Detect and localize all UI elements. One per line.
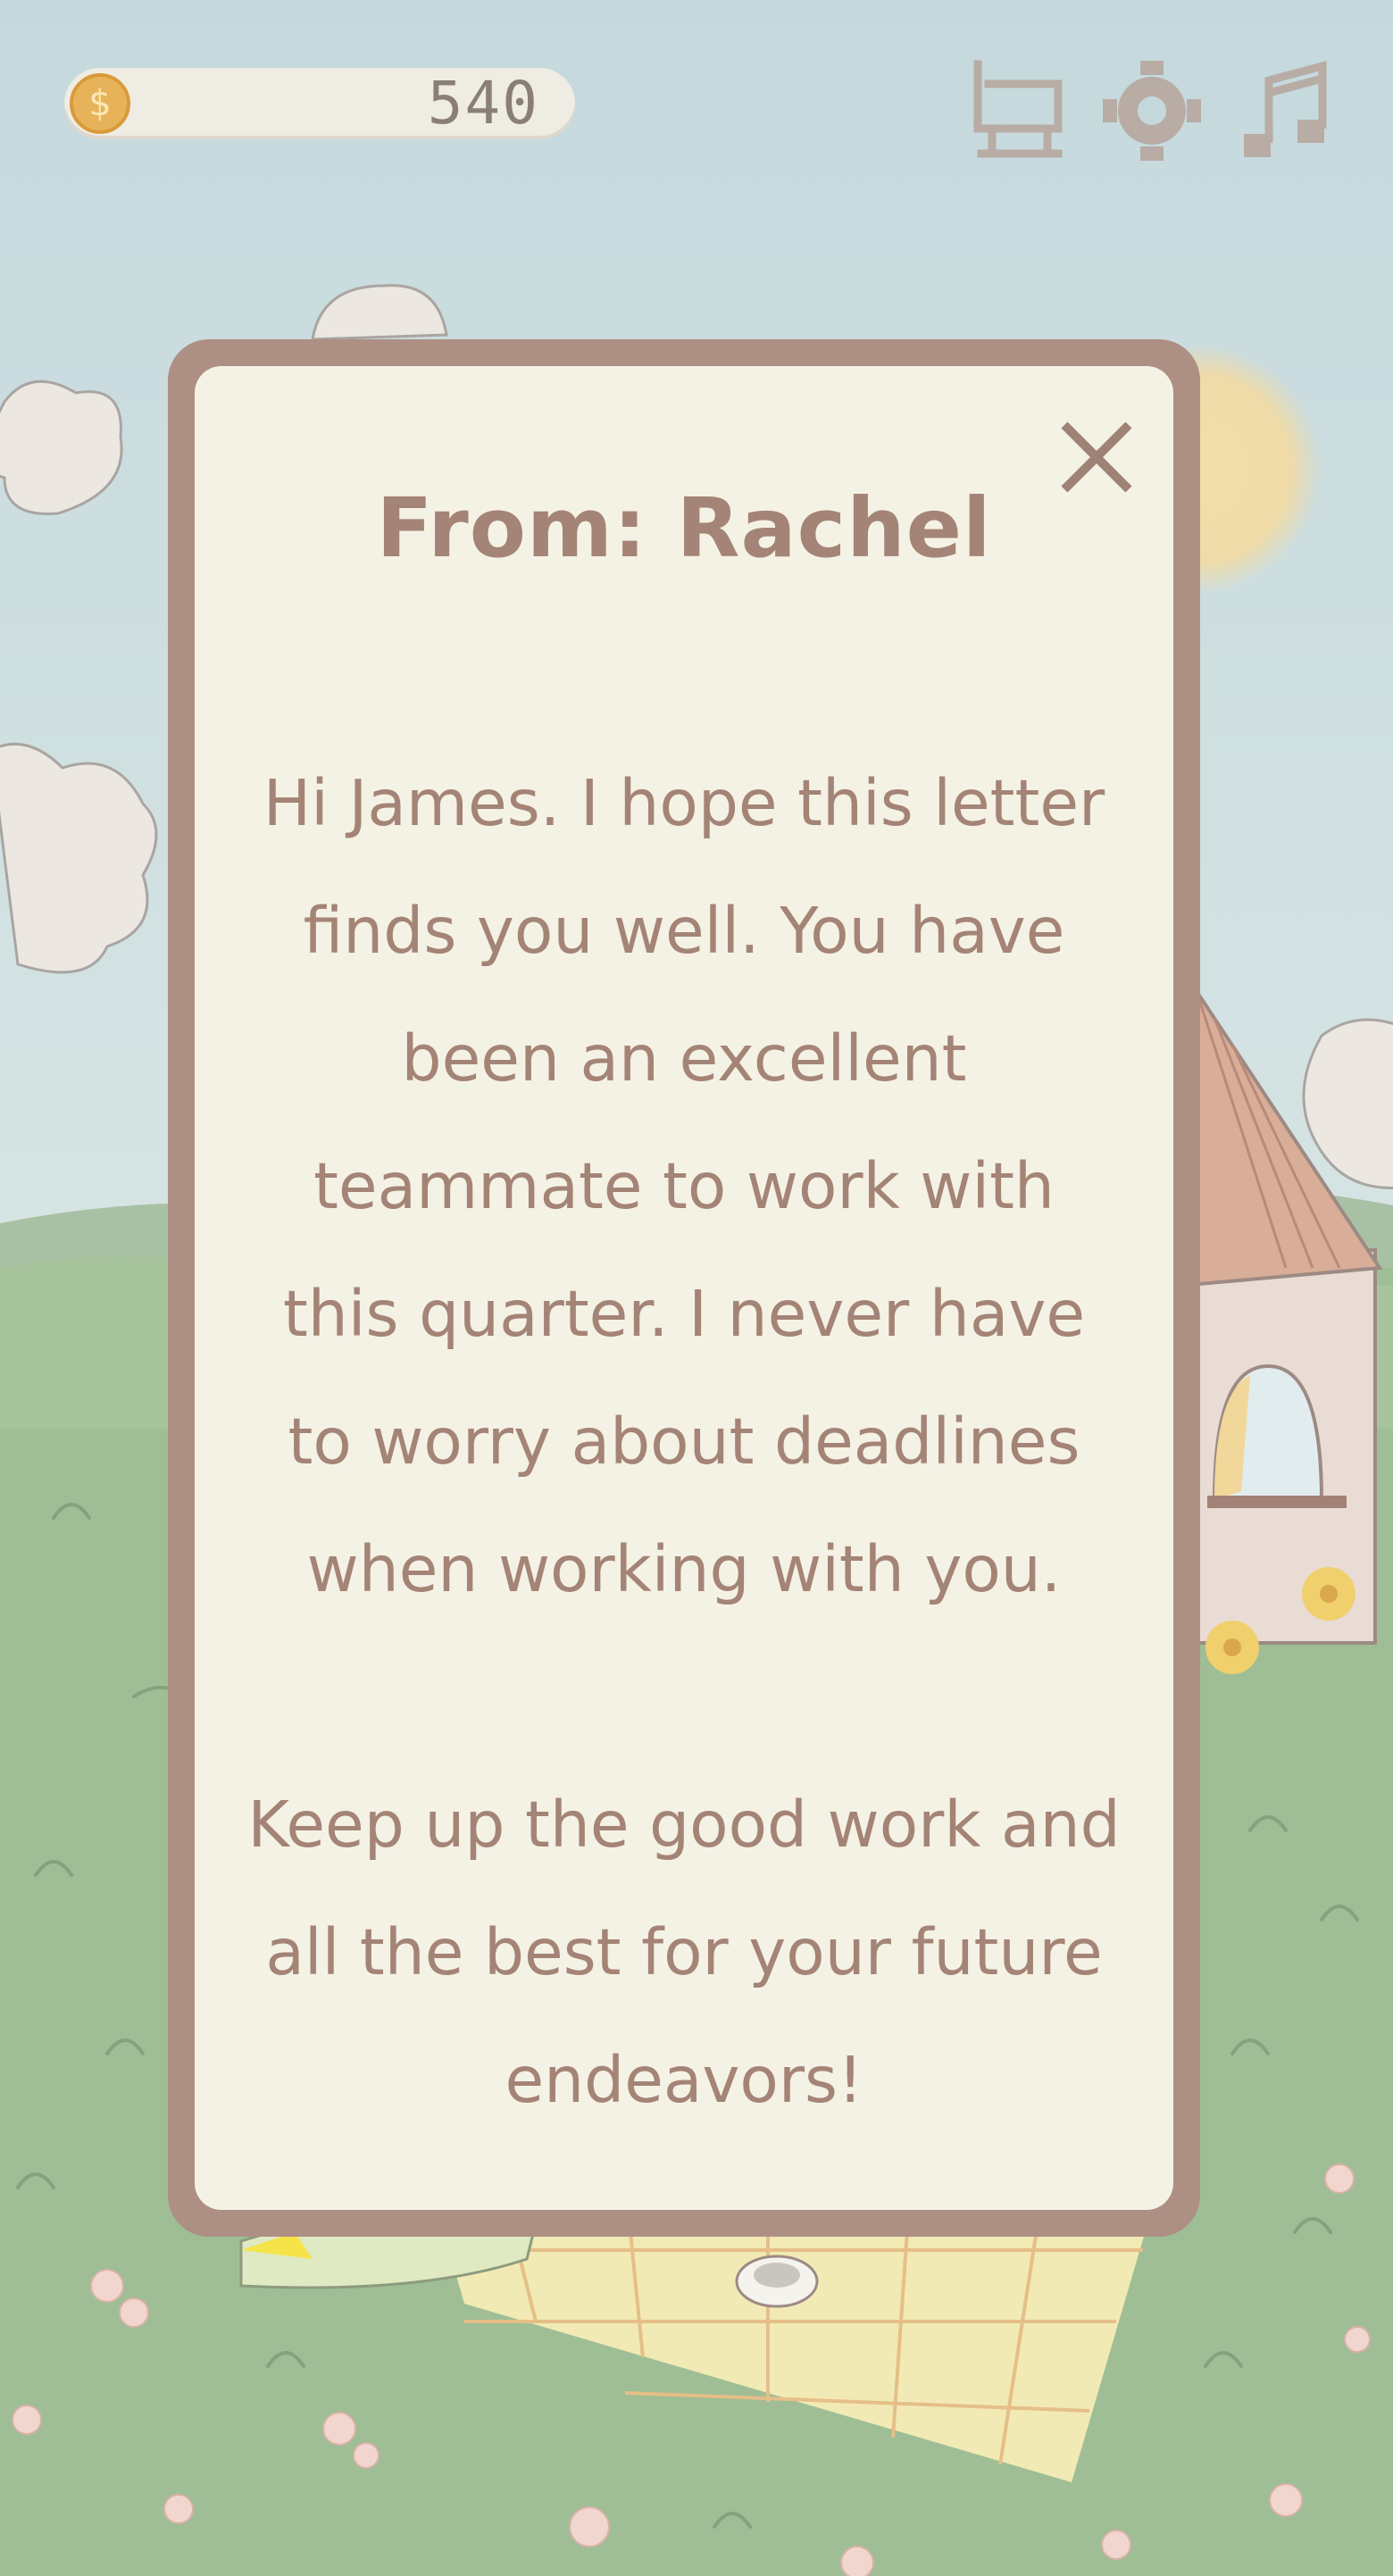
gear-icon bbox=[1103, 61, 1201, 161]
settings-button[interactable] bbox=[1103, 57, 1201, 164]
music-note-icon bbox=[1244, 61, 1327, 157]
shop-button[interactable] bbox=[969, 57, 1067, 164]
music-button[interactable] bbox=[1237, 57, 1335, 164]
letter-message: Hi James. I hope this letter finds you w… bbox=[247, 766, 1121, 2117]
shop-cart-icon bbox=[973, 60, 1063, 158]
letter-dialog: From: Rachel Hi James. I hope this lette… bbox=[168, 339, 1200, 2237]
coin-counter: $ 540 bbox=[64, 68, 575, 139]
coin-count: 540 bbox=[427, 69, 539, 138]
letter-sender-title: From: Rachel bbox=[376, 480, 992, 576]
letter-paper: From: Rachel Hi James. I hope this lette… bbox=[195, 366, 1173, 2210]
coin-icon: $ bbox=[70, 73, 130, 134]
